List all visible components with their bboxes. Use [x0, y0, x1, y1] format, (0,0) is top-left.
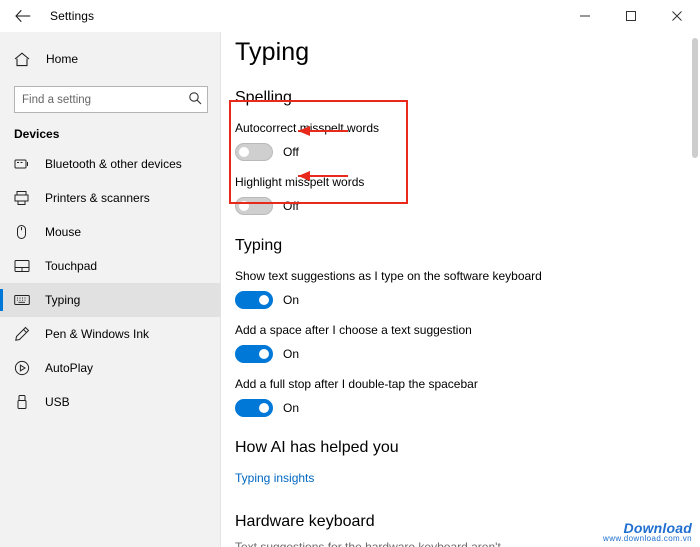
close-button[interactable]: [654, 0, 700, 32]
sidebar-label: Mouse: [45, 225, 82, 239]
setting-row-highlight: Off: [235, 197, 700, 215]
toggle-highlight-misspelt-words[interactable]: [235, 197, 273, 215]
section-heading-how-ai-has-helped-you: How AI has helped you: [235, 439, 399, 456]
minimize-button[interactable]: [562, 0, 608, 32]
close-icon: [672, 11, 682, 21]
keyboard-icon: [14, 292, 36, 308]
toggle-state-autocorrect: Off: [283, 145, 299, 159]
sidebar-label: USB: [45, 395, 70, 409]
setting-label-full-stop: Add a full stop after I double-tap the s…: [235, 377, 478, 391]
maximize-button[interactable]: [608, 0, 654, 32]
touchpad-icon: [14, 258, 36, 274]
usb-icon: [14, 394, 36, 410]
scrollbar-thumb[interactable]: [692, 38, 698, 158]
search-box[interactable]: [14, 86, 208, 113]
watermark-main: Download: [623, 520, 692, 536]
window-title: Settings: [50, 9, 95, 23]
toggle-autocorrect-misspelt-words[interactable]: [235, 143, 273, 161]
back-arrow-icon: [15, 9, 31, 23]
search-icon[interactable]: [188, 91, 202, 110]
sidebar-item-pen-windows-ink[interactable]: Pen & Windows Ink: [0, 317, 220, 351]
settings-window: Settings Home Find a setting Devices Blu…: [0, 0, 700, 547]
mouse-icon: [14, 224, 36, 240]
sidebar-label: Bluetooth & other devices: [45, 157, 182, 171]
toggle-add-space-after-suggestion[interactable]: [235, 345, 273, 363]
content-scrollbar[interactable]: [690, 32, 700, 547]
setting-label-text-suggestions-software: Show text suggestions as I type on the s…: [235, 269, 542, 283]
search-input[interactable]: [14, 86, 208, 113]
toggle-state-add-space: On: [283, 347, 300, 361]
section-heading-spelling: Spelling: [235, 89, 292, 106]
content-pane: Typing Spelling Autocorrect misspelt wor…: [221, 32, 700, 547]
bluetooth-icon: [14, 156, 36, 172]
pen-icon: [14, 326, 36, 342]
hardware-keyboard-description: Text suggestions for the hardware keyboa…: [235, 540, 501, 547]
autoplay-icon: [14, 360, 36, 376]
sidebar-item-usb[interactable]: USB: [0, 385, 220, 419]
sidebar-label: Typing: [45, 293, 81, 307]
sidebar-home-label: Home: [46, 52, 79, 66]
sidebar-group-title: Devices: [14, 127, 60, 141]
printer-icon: [14, 190, 36, 206]
sidebar-item-autoplay[interactable]: AutoPlay: [0, 351, 220, 385]
setting-label-add-space: Add a space after I choose a text sugges…: [235, 323, 472, 337]
setting-label-highlight: Highlight misspelt words: [235, 175, 365, 189]
page-title: Typing: [235, 38, 310, 66]
sidebar-item-touchpad[interactable]: Touchpad: [0, 249, 220, 283]
title-bar: Settings: [0, 0, 700, 32]
setting-row-full-stop: On: [235, 399, 700, 417]
section-heading-typing: Typing: [235, 237, 283, 254]
watermark-sub: www.download.com.vn: [603, 534, 692, 543]
sidebar-item-mouse[interactable]: Mouse: [0, 215, 220, 249]
typing-insights-link[interactable]: Typing insights: [235, 471, 314, 485]
sidebar-label: Printers & scanners: [45, 191, 150, 205]
toggle-add-full-stop-double-tap[interactable]: [235, 399, 273, 417]
maximize-icon: [626, 11, 636, 21]
window-controls: [562, 0, 700, 32]
toggle-state-full-stop: On: [283, 401, 300, 415]
sidebar-label: Touchpad: [45, 259, 98, 273]
sidebar-label: Pen & Windows Ink: [45, 327, 150, 341]
toggle-state-text-suggestions-software: On: [283, 293, 300, 307]
sidebar-item-home[interactable]: Home: [0, 40, 220, 78]
setting-label-autocorrect: Autocorrect misspelt words: [235, 121, 380, 135]
setting-row-add-space: On: [235, 345, 700, 363]
setting-row-text-suggestions-software: On: [235, 291, 700, 309]
back-button[interactable]: [0, 0, 46, 32]
sidebar-item-typing[interactable]: Typing: [0, 283, 220, 317]
watermark: Download www.download.com.vn: [603, 521, 692, 543]
setting-row-autocorrect: Off: [235, 143, 700, 161]
sidebar-item-bluetooth-other-devices[interactable]: Bluetooth & other devices: [0, 147, 220, 181]
sidebar: Home Devices Bluetooth & other devices: [0, 32, 221, 547]
toggle-show-text-suggestions-software-keyboard[interactable]: [235, 291, 273, 309]
sidebar-item-printers-scanners[interactable]: Printers & scanners: [0, 181, 220, 215]
home-icon: [14, 51, 38, 67]
toggle-state-highlight: Off: [283, 199, 299, 213]
minimize-icon: [580, 15, 590, 17]
sidebar-label: AutoPlay: [45, 361, 94, 375]
